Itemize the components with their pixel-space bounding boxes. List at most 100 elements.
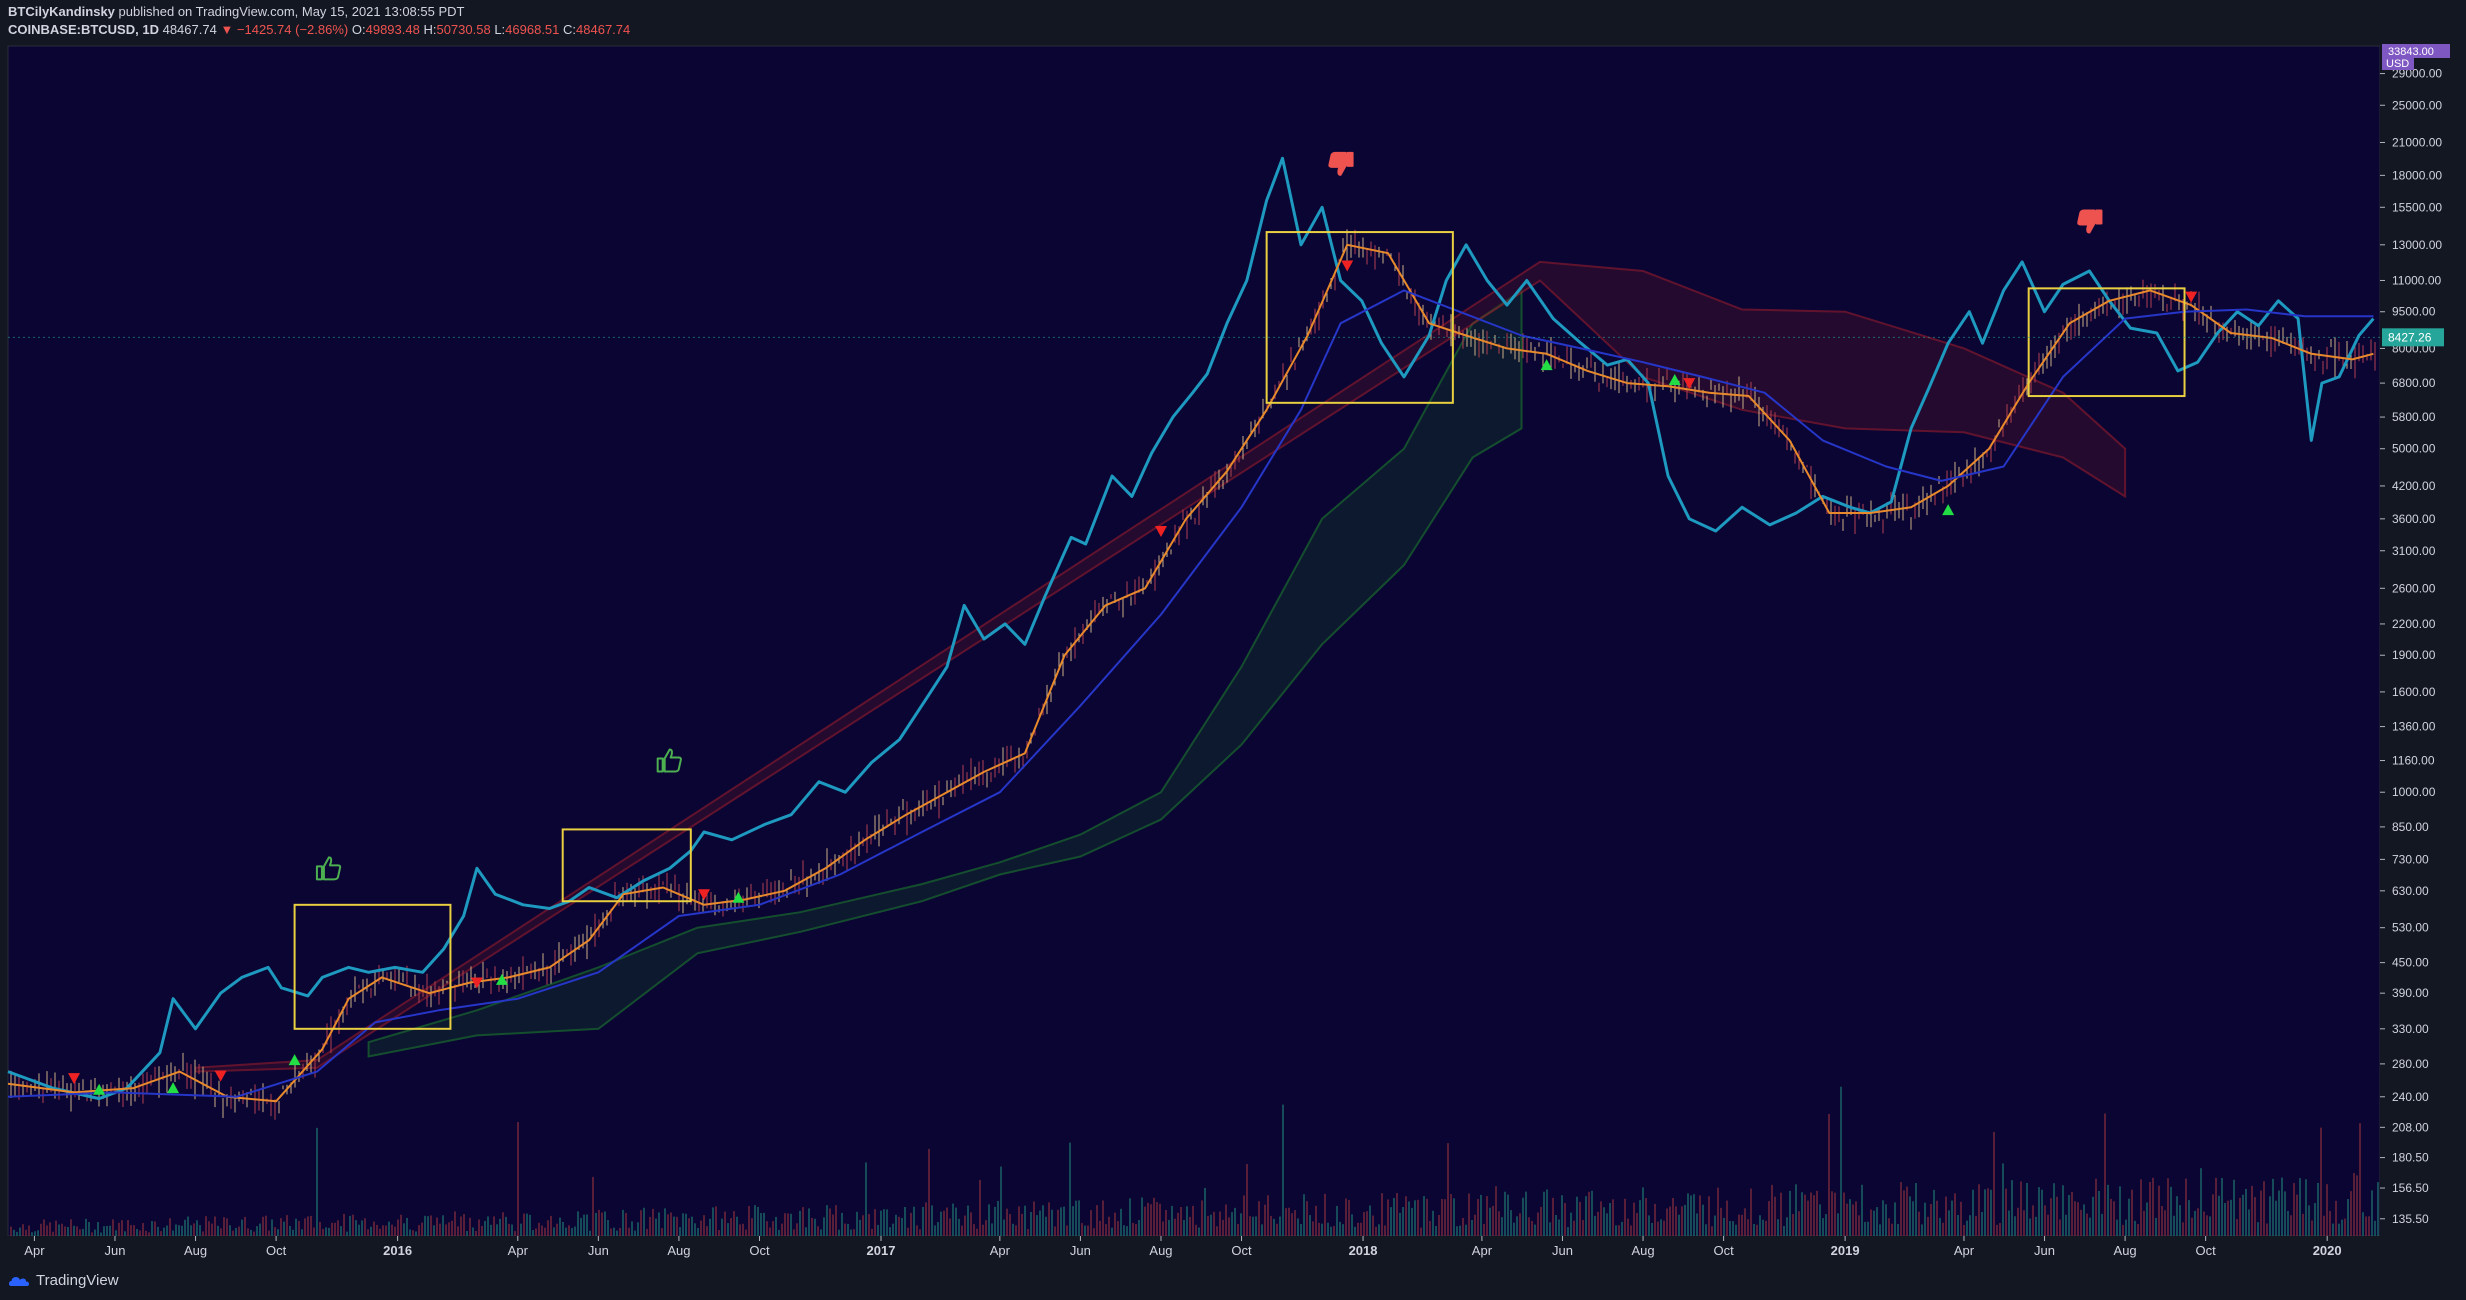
- volume-bar: [580, 1217, 582, 1236]
- volume-bar: [574, 1226, 576, 1236]
- volume-bar: [2203, 1211, 2205, 1236]
- y-tick-label: 5800.00: [2392, 410, 2436, 424]
- volume-bar: [1780, 1192, 1782, 1236]
- volume-bar: [1219, 1211, 1221, 1236]
- volume-bar: [1054, 1226, 1056, 1236]
- volume-bar: [2164, 1210, 2166, 1236]
- author-name[interactable]: BTCilyKandinsky: [8, 4, 115, 19]
- volume-bar: [1729, 1221, 1731, 1236]
- volume-bar: [1585, 1196, 1587, 1236]
- x-tick-label: Jun: [588, 1243, 609, 1258]
- volume-bar: [1480, 1194, 1482, 1236]
- volume-bar: [883, 1209, 885, 1236]
- volume-bar: [1510, 1210, 1512, 1236]
- volume-bar: [2101, 1213, 2103, 1236]
- y-tick-label: 6800.00: [2392, 376, 2436, 390]
- currency-label[interactable]: USD: [2386, 58, 2409, 70]
- volume-bar: [2209, 1216, 2211, 1236]
- volume-bar: [352, 1214, 354, 1236]
- volume-bar: [2323, 1215, 2325, 1236]
- volume-bar: [910, 1212, 912, 1236]
- volume-bar: [733, 1211, 735, 1236]
- volume-bar: [280, 1218, 282, 1236]
- y-tick-label: 18000.00: [2392, 168, 2442, 182]
- volume-bar: [277, 1229, 279, 1236]
- volume-bar: [1462, 1217, 1464, 1236]
- volume-bar: [1201, 1200, 1203, 1236]
- time-axis[interactable]: [0, 1236, 2380, 1262]
- volume-bar: [1159, 1203, 1161, 1236]
- volume-bar: [2269, 1196, 2271, 1236]
- volume-bar: [790, 1213, 792, 1236]
- volume-bar: [1660, 1219, 1662, 1236]
- volume-bar: [166, 1225, 168, 1236]
- volume-bar: [1498, 1211, 1500, 1236]
- volume-bar: [142, 1223, 144, 1236]
- volume-bar: [2221, 1178, 2223, 1236]
- volume-bar: [1063, 1206, 1065, 1236]
- volume-bar: [1135, 1224, 1137, 1236]
- volume-bar: [979, 1179, 981, 1236]
- volume-bar: [1453, 1198, 1455, 1236]
- volume-bar: [1882, 1200, 1884, 1236]
- volume-bar: [2143, 1210, 2145, 1236]
- volume-bar: [196, 1220, 198, 1236]
- y-tick-label: 5000.00: [2392, 442, 2436, 456]
- volume-bar: [118, 1222, 120, 1236]
- volume-bar: [1744, 1208, 1746, 1236]
- volume-bar: [64, 1226, 66, 1236]
- volume-bar: [2305, 1179, 2307, 1236]
- volume-bar: [100, 1232, 102, 1236]
- volume-bar: [436, 1217, 438, 1236]
- y-tick-label: 850.00: [2392, 820, 2429, 834]
- volume-bar: [1801, 1192, 1803, 1236]
- volume-bar: [2152, 1177, 2154, 1236]
- volume-bar: [2062, 1185, 2064, 1236]
- y-tick-label: 3600.00: [2392, 512, 2436, 526]
- volume-bar: [1999, 1222, 2001, 1236]
- y-tick-label: 3100.00: [2392, 544, 2436, 558]
- volume-bar: [1678, 1214, 1680, 1236]
- tradingview-logo[interactable]: TradingView: [8, 1272, 119, 1289]
- volume-bar: [451, 1220, 453, 1236]
- price-chart[interactable]: 29000.0025000.0021000.0018000.0015500.00…: [0, 44, 2466, 1262]
- volume-bar: [1834, 1192, 1836, 1236]
- high-value: 50730.58: [436, 22, 491, 37]
- volume-bar: [2272, 1178, 2274, 1236]
- volume-bar: [1261, 1224, 1263, 1236]
- volume-bar: [2110, 1198, 2112, 1236]
- volume-bar: [2245, 1188, 2247, 1236]
- x-tick-label: Jun: [1070, 1243, 1091, 1258]
- volume-bar: [775, 1216, 777, 1236]
- volume-bar: [2149, 1182, 2151, 1236]
- volume-bar: [1699, 1195, 1701, 1236]
- plot-area[interactable]: [7, 45, 2381, 1237]
- volume-bar: [919, 1229, 921, 1236]
- volume-bar: [481, 1225, 483, 1236]
- volume-bar: [484, 1220, 486, 1236]
- volume-bar: [1648, 1215, 1650, 1236]
- volume-bar: [2029, 1218, 2031, 1236]
- low-label: L:: [494, 22, 506, 37]
- volume-bar: [1015, 1225, 1017, 1236]
- volume-bar: [895, 1214, 897, 1236]
- volume-bar: [274, 1227, 276, 1236]
- volume-bar: [1477, 1199, 1479, 1236]
- volume-bar: [1417, 1199, 1419, 1236]
- volume-bar: [1939, 1217, 1941, 1236]
- volume-bar: [2131, 1189, 2133, 1236]
- volume-bar: [1924, 1202, 1926, 1236]
- volume-bar: [1987, 1188, 1989, 1236]
- volume-bar: [1153, 1197, 1155, 1236]
- x-tick-label: Apr: [1954, 1243, 1975, 1258]
- volume-bar: [1372, 1215, 1374, 1236]
- volume-bar: [1930, 1203, 1932, 1236]
- volume-bar: [373, 1221, 375, 1236]
- volume-bar: [427, 1216, 429, 1236]
- volume-bar: [778, 1229, 780, 1236]
- volume-bar: [1921, 1224, 1923, 1236]
- volume-bar: [643, 1207, 645, 1236]
- y-tick-label: 330.00: [2392, 1022, 2429, 1036]
- volume-bar: [967, 1205, 969, 1236]
- volume-bar: [1162, 1221, 1164, 1236]
